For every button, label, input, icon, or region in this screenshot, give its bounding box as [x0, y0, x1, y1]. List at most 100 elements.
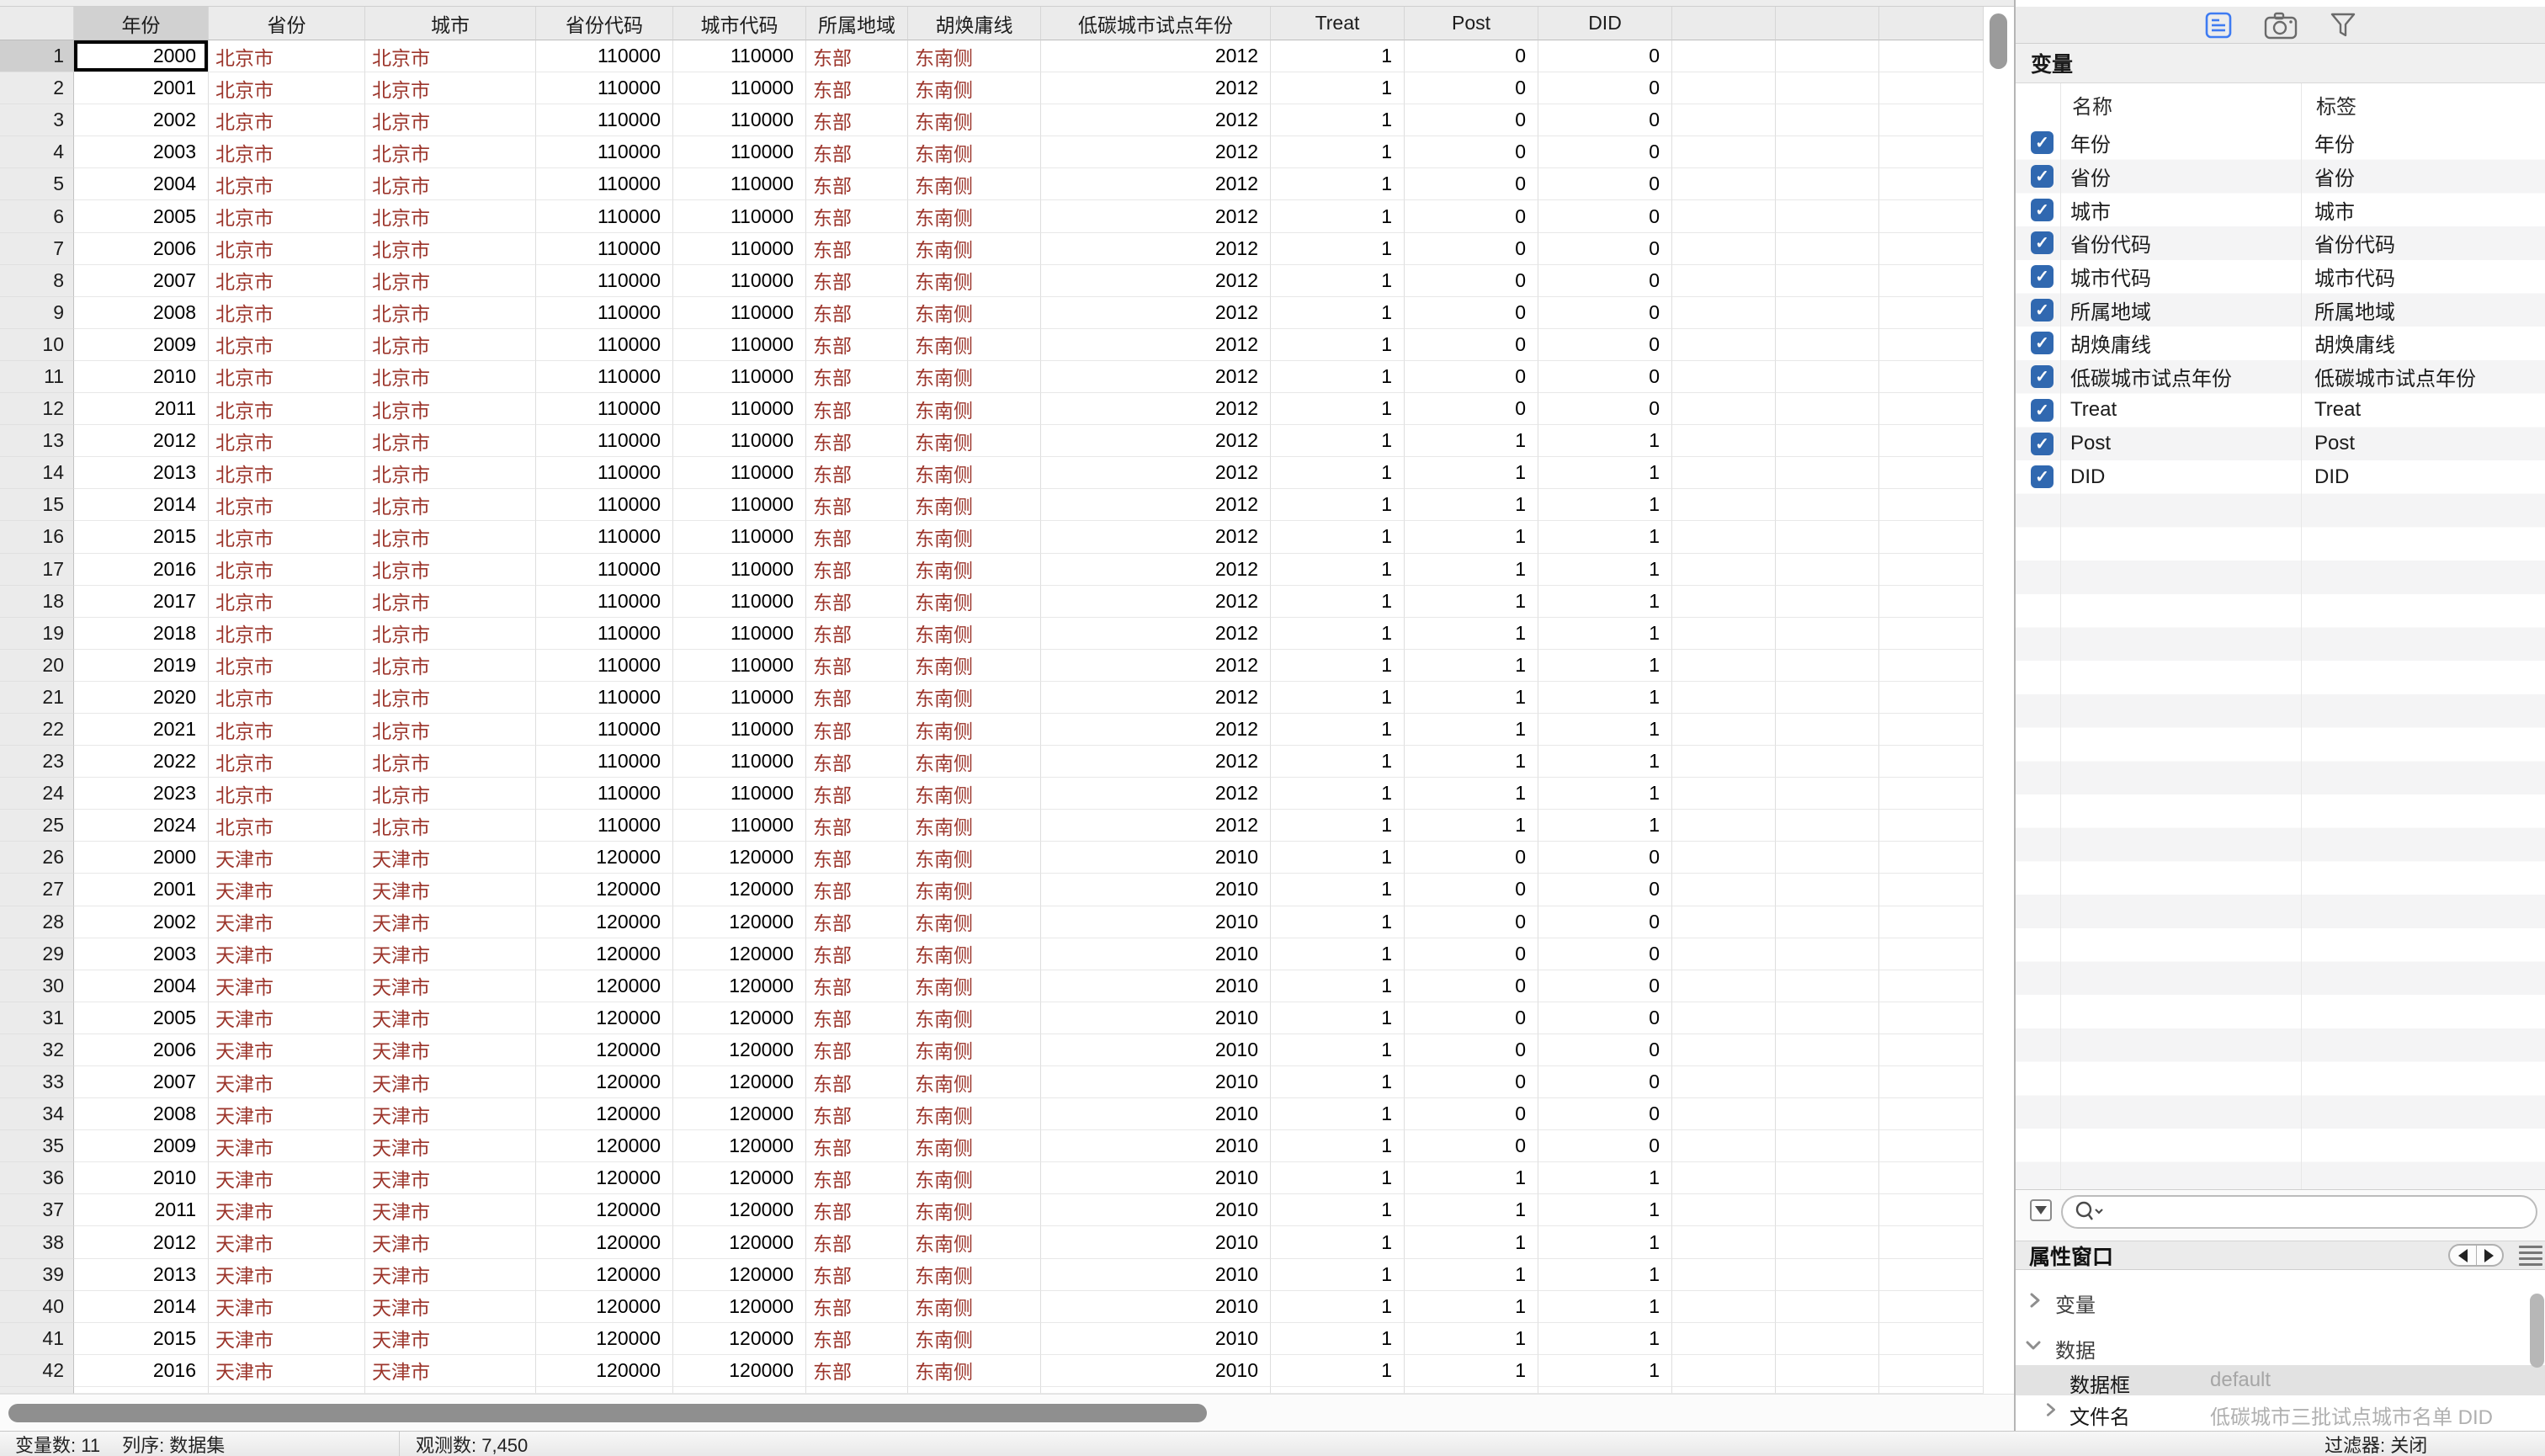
data-cell[interactable]: 2012 [1041, 586, 1271, 618]
data-cell[interactable]: 东南侧 [908, 40, 1041, 72]
data-cell[interactable]: 天津市 [365, 906, 536, 938]
empty-cell[interactable] [1879, 906, 1984, 938]
data-cell[interactable]: 1 [1271, 746, 1405, 778]
column-header[interactable]: DID [1538, 7, 1672, 40]
data-cell[interactable]: 1 [1405, 714, 1538, 746]
empty-cell[interactable] [1879, 1066, 1984, 1098]
data-cell[interactable]: 北京市 [209, 521, 365, 553]
row-number-cell[interactable]: 26 [0, 842, 74, 874]
empty-cell[interactable] [1776, 233, 1879, 265]
data-cell[interactable]: 1 [1271, 1034, 1405, 1066]
empty-cell[interactable] [1776, 457, 1879, 489]
data-cell[interactable]: 2016 [74, 554, 209, 586]
data-cell[interactable]: 2010 [1041, 1226, 1271, 1258]
data-cell[interactable]: 天津市 [209, 1291, 365, 1323]
data-cell[interactable]: 110000 [673, 265, 806, 297]
empty-cell[interactable] [1879, 521, 1984, 553]
data-cell[interactable]: 2010 [74, 361, 209, 393]
data-cell[interactable]: 北京市 [209, 457, 365, 489]
data-cell[interactable]: 1 [1271, 554, 1405, 586]
data-cell[interactable]: 1 [1538, 457, 1672, 489]
data-cell[interactable]: 2012 [1041, 554, 1271, 586]
row-number-cell[interactable]: 21 [0, 682, 74, 714]
empty-cell[interactable] [1672, 554, 1776, 586]
data-cell[interactable]: 2012 [1041, 778, 1271, 810]
data-cell[interactable]: 110000 [536, 778, 673, 810]
data-cell[interactable]: 0 [1538, 1034, 1672, 1066]
data-cell[interactable]: 1 [1271, 1291, 1405, 1323]
data-cell[interactable]: 0 [1405, 1002, 1538, 1034]
empty-cell[interactable] [1776, 1130, 1879, 1162]
data-cell[interactable]: 东部 [806, 1034, 908, 1066]
data-cell[interactable]: 1 [1271, 489, 1405, 521]
data-cell[interactable]: 110000 [536, 457, 673, 489]
data-cell[interactable]: 120000 [536, 1130, 673, 1162]
data-cell[interactable]: 2010 [1041, 842, 1271, 874]
empty-cell[interactable] [1776, 1098, 1879, 1130]
empty-cell[interactable] [1672, 1066, 1776, 1098]
empty-cell[interactable] [1776, 489, 1879, 521]
data-cell[interactable]: 0 [1538, 329, 1672, 361]
data-cell[interactable]: 北京市 [209, 554, 365, 586]
data-cell[interactable]: 东部 [806, 810, 908, 842]
empty-cell[interactable] [1879, 650, 1984, 682]
data-cell[interactable]: 110000 [673, 168, 806, 200]
empty-cell[interactable] [1672, 136, 1776, 168]
data-cell[interactable]: 天津市 [209, 1002, 365, 1034]
data-cell[interactable]: 天津市 [209, 1355, 365, 1387]
data-cell[interactable]: 东部 [806, 521, 908, 553]
data-cell[interactable]: 1 [1538, 810, 1672, 842]
empty-cell[interactable] [1879, 1130, 1984, 1162]
data-cell[interactable]: 东部 [806, 682, 908, 714]
row-number-cell[interactable]: 13 [0, 425, 74, 457]
data-cell[interactable]: 1 [1271, 1098, 1405, 1130]
data-cell[interactable]: 北京市 [209, 746, 365, 778]
data-cell[interactable]: 天津市 [209, 842, 365, 874]
data-cell[interactable]: 北京市 [365, 200, 536, 232]
chevron-down-icon[interactable] [2024, 1336, 2043, 1354]
data-cell[interactable]: 110000 [673, 810, 806, 842]
data-cell[interactable]: 2012 [1041, 682, 1271, 714]
column-header[interactable]: 城市 [365, 7, 536, 40]
data-cell[interactable]: 120000 [536, 1291, 673, 1323]
data-cell[interactable]: 2014 [74, 1291, 209, 1323]
empty-cell[interactable] [1672, 425, 1776, 457]
data-cell[interactable]: 天津市 [365, 1130, 536, 1162]
data-cell[interactable]: 东部 [806, 489, 908, 521]
data-cell[interactable]: 2024 [74, 810, 209, 842]
data-cell[interactable]: 1 [1405, 1226, 1538, 1258]
name-column-header[interactable]: 名称 [2072, 83, 2112, 126]
data-cell[interactable]: 天津市 [209, 906, 365, 938]
empty-cell[interactable] [1776, 1034, 1879, 1066]
data-cell[interactable]: 北京市 [209, 104, 365, 136]
variable-row[interactable]: ✓胡焕庸线胡焕庸线 [2016, 327, 2545, 360]
row-number-cell[interactable]: 35 [0, 1130, 74, 1162]
filename-field-value[interactable]: 低碳城市三批试点城市名单 DID [2210, 1400, 2493, 1430]
data-cell[interactable]: 1 [1271, 233, 1405, 265]
horizontal-scrollbar[interactable] [0, 1394, 2014, 1431]
data-cell[interactable]: 0 [1538, 938, 1672, 970]
data-cell[interactable]: 110000 [536, 72, 673, 104]
data-cell[interactable]: 0 [1538, 874, 1672, 906]
data-cell[interactable]: 2005 [74, 200, 209, 232]
data-cell[interactable]: 东南侧 [908, 1259, 1041, 1291]
empty-cell[interactable] [1672, 682, 1776, 714]
data-cell[interactable]: 1 [1405, 650, 1538, 682]
empty-cell[interactable] [1672, 361, 1776, 393]
row-number-cell[interactable]: 22 [0, 714, 74, 746]
data-cell[interactable]: 2010 [1041, 1259, 1271, 1291]
empty-cell[interactable] [1879, 233, 1984, 265]
data-cell[interactable]: 天津市 [209, 1098, 365, 1130]
data-cell[interactable]: 0 [1405, 104, 1538, 136]
data-cell[interactable]: 1 [1271, 778, 1405, 810]
data-cell[interactable]: 2001 [74, 72, 209, 104]
data-cell[interactable]: 2002 [74, 104, 209, 136]
data-cell[interactable]: 110000 [673, 425, 806, 457]
data-cell[interactable]: 110000 [536, 168, 673, 200]
data-cell[interactable]: 北京市 [365, 425, 536, 457]
data-cell[interactable]: 2012 [1041, 361, 1271, 393]
data-cell[interactable]: 0 [1405, 329, 1538, 361]
empty-column-header[interactable] [1879, 7, 1984, 40]
empty-cell[interactable] [1776, 1002, 1879, 1034]
data-cell[interactable]: 0 [1538, 200, 1672, 232]
